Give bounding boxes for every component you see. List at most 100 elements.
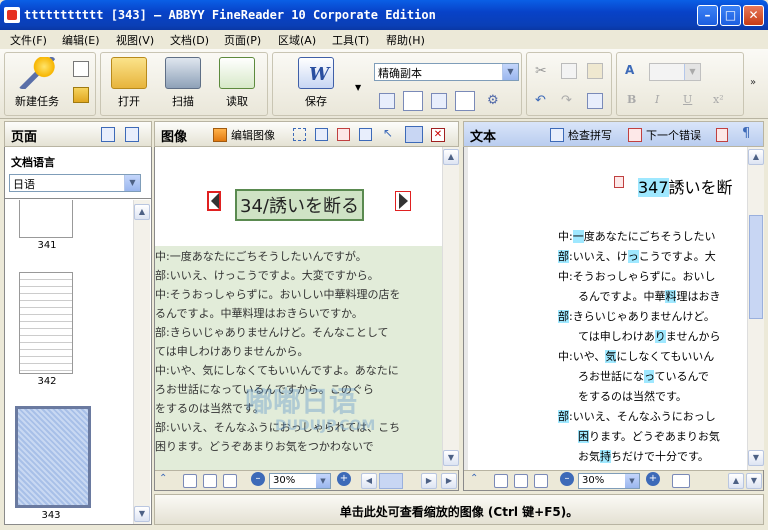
menu-view[interactable]: 视图(V) <box>116 32 154 48</box>
menu-help[interactable]: 帮助(H) <box>386 32 425 48</box>
undo-icon[interactable]: ↶ <box>535 93 551 109</box>
underline-icon[interactable]: U <box>683 93 699 109</box>
hscroll-thumb[interactable] <box>379 473 403 489</box>
text-zoom-select[interactable]: 30% ▼ <box>578 473 640 489</box>
page-navigate-icon[interactable] <box>101 127 115 142</box>
spell-check-icon[interactable] <box>550 128 564 142</box>
pages-scrollbar[interactable]: ▲ ▼ <box>133 200 150 524</box>
app-icon[interactable] <box>4 7 20 23</box>
read-button[interactable]: 读取 <box>215 57 259 109</box>
spell-check-button[interactable]: 检查拼写 <box>568 127 612 143</box>
page-number: 342 <box>37 376 57 387</box>
error-marker-icon[interactable] <box>716 128 728 142</box>
menu-area[interactable]: 区域(A) <box>278 32 316 48</box>
view-split-icon[interactable] <box>203 474 217 488</box>
scroll-left-icon[interactable]: ◀ <box>361 473 377 489</box>
format-mode-select[interactable]: 精确副本 ▼ <box>374 63 519 81</box>
zoom-in-icon[interactable]: + <box>646 472 660 486</box>
scroll-up-icon[interactable]: ▲ <box>728 473 744 489</box>
collapse-icon[interactable]: ⌃ <box>159 473 167 484</box>
menu-document[interactable]: 文档(D) <box>170 32 209 48</box>
cut-icon[interactable]: ✂ <box>535 63 551 79</box>
layout-icon-2[interactable] <box>403 91 423 111</box>
copy-icon[interactable] <box>73 61 89 77</box>
next-error-icon[interactable] <box>628 128 642 142</box>
close-button[interactable]: ✕ <box>743 5 764 26</box>
scroll-down-icon[interactable]: ▼ <box>746 473 762 489</box>
save-word-icon: W <box>298 57 334 89</box>
redo-icon[interactable]: ↷ <box>561 93 577 109</box>
view-columns-icon[interactable] <box>223 474 237 488</box>
paragraph-icon[interactable]: ¶ <box>742 126 750 141</box>
font-name-select[interactable]: ▼ <box>649 63 701 81</box>
save-dropdown-arrow[interactable]: ▼ <box>355 83 361 92</box>
page-thumb-341[interactable] <box>19 200 73 238</box>
menu-edit[interactable]: 编辑(E) <box>62 32 100 48</box>
bold-icon[interactable]: B <box>627 93 643 109</box>
page-thumb-343-selected[interactable] <box>15 406 91 508</box>
wrench-icon[interactable]: ⚙ <box>487 93 503 109</box>
table-area-icon[interactable] <box>315 128 328 141</box>
scroll-up-icon[interactable]: ▲ <box>748 149 764 165</box>
scroll-up-icon[interactable]: ▲ <box>134 204 150 220</box>
maximize-button[interactable]: □ <box>720 5 741 26</box>
text-editor[interactable]: 347誘いを断 中:一度あなたにごちそうしたい 部:いいえ、けっこうですよ。大 … <box>468 147 747 470</box>
page-thumb-342[interactable] <box>19 272 73 374</box>
superscript-icon[interactable]: x² <box>713 93 729 109</box>
scroll-right-icon[interactable]: ▶ <box>421 473 437 489</box>
menu-page[interactable]: 页面(P) <box>224 32 261 48</box>
text-options-icon[interactable] <box>672 474 690 488</box>
save-button[interactable]: W 保存 <box>291 57 341 109</box>
image-zoom-select[interactable]: 30% ▼ <box>269 473 331 489</box>
image-scrollbar[interactable]: ▲ ▼ <box>442 147 459 470</box>
zoom-out-icon[interactable]: – <box>560 472 574 486</box>
select-area-icon[interactable] <box>405 126 423 143</box>
copy-text-icon[interactable] <box>561 63 577 79</box>
doc-lang-label: 文档语言 <box>11 156 55 169</box>
delete-area-icon[interactable]: ✕ <box>431 128 445 142</box>
left-arrow-marker[interactable] <box>207 191 221 211</box>
image-heading[interactable]: 34/誘いを断る <box>235 189 364 221</box>
picture-area-icon[interactable] <box>337 128 350 141</box>
barcode-area-icon[interactable] <box>359 128 372 141</box>
zoom-hint-bar[interactable]: 单击此处可查看缩放的图像 (Ctrl 键+F5)。 <box>154 494 764 525</box>
layout-icon-3[interactable] <box>431 93 447 109</box>
page-add-icon[interactable] <box>125 127 139 142</box>
view-grid-icon[interactable] <box>183 474 197 488</box>
scroll-down-icon[interactable]: ▼ <box>443 450 459 466</box>
edit-image-icon[interactable] <box>213 128 227 142</box>
next-error-button[interactable]: 下一个错误 <box>646 127 701 143</box>
italic-icon[interactable]: I <box>655 93 671 109</box>
view-grid-icon[interactable] <box>494 474 508 488</box>
collapse-icon[interactable]: ⌃ <box>470 473 478 484</box>
layout-icon-4[interactable] <box>455 91 475 111</box>
toolbar-overflow-icon[interactable]: » <box>750 77 756 88</box>
paste-icon[interactable] <box>587 63 603 79</box>
text-scrollbar[interactable]: ▲ ▼ <box>747 147 764 470</box>
scroll-down-icon[interactable]: ▼ <box>134 506 150 522</box>
zoom-out-icon[interactable]: – <box>251 472 265 486</box>
font-style-icon[interactable]: A <box>625 63 641 79</box>
scroll-up-icon[interactable]: ▲ <box>443 149 459 165</box>
view-split-icon[interactable] <box>514 474 528 488</box>
zoom-in-icon[interactable]: + <box>337 472 351 486</box>
scroll-right-end-icon[interactable]: ▶ <box>441 473 457 489</box>
text-area-icon[interactable] <box>293 128 306 141</box>
vscroll-thumb[interactable] <box>749 215 763 319</box>
image-text-area[interactable]: 中:一度あなたにごちそうしたいんですが。 部:いいえ、けっこうですよ。大変ですか… <box>155 246 443 470</box>
open-button[interactable]: 打开 <box>107 57 151 109</box>
clipboard-icon[interactable] <box>587 93 603 109</box>
pointer-icon[interactable]: ↖ <box>383 126 393 140</box>
view-columns-icon[interactable] <box>534 474 548 488</box>
doc-lang-select[interactable]: 日语 ▼ <box>9 174 141 192</box>
layout-icon-1[interactable] <box>379 93 395 109</box>
right-arrow-marker[interactable] <box>395 191 411 211</box>
edit-image-button[interactable]: 编辑图像 <box>231 127 275 143</box>
minimize-button[interactable]: – <box>697 5 718 26</box>
menu-tools[interactable]: 工具(T) <box>332 32 369 48</box>
scan-button[interactable]: 扫描 <box>161 57 205 109</box>
new-task-button[interactable]: 新建任务 <box>9 57 65 109</box>
menu-file[interactable]: 文件(F) <box>10 32 47 48</box>
scroll-down-icon[interactable]: ▼ <box>748 450 764 466</box>
folder-settings-icon[interactable] <box>73 87 89 103</box>
